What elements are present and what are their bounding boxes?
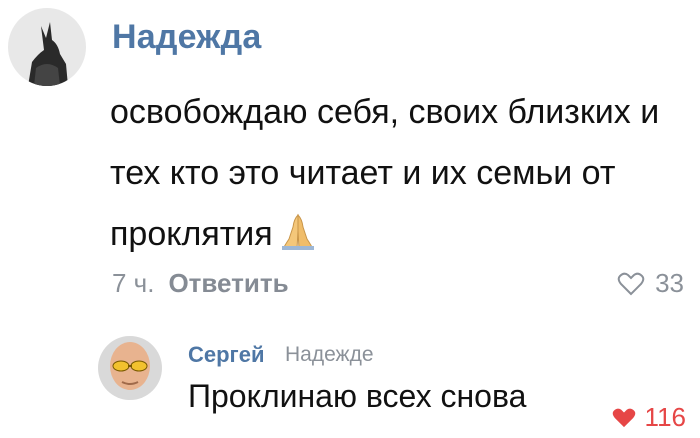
reply-button[interactable]: Ответить xyxy=(168,268,288,299)
heart-outline-icon xyxy=(617,272,645,295)
reply-author[interactable]: Сергей xyxy=(188,342,264,368)
like-count: 33 xyxy=(655,268,684,298)
comment-author[interactable]: Надежда xyxy=(112,18,262,57)
comment-text: освобождаю себя, своих близких и тех кто… xyxy=(110,82,695,271)
like-button[interactable]: 33 xyxy=(617,268,684,299)
anubis-avatar-icon xyxy=(8,8,86,86)
reply-like-count: 116 xyxy=(644,402,686,432)
avatar[interactable] xyxy=(8,8,86,86)
reply-avatar[interactable] xyxy=(98,336,162,400)
comment-time: 7 ч. xyxy=(112,268,155,298)
reply-text: Проклинаю всех снова xyxy=(188,378,527,414)
person-with-sunglasses-icon xyxy=(98,336,162,400)
reply-to-label[interactable]: Надежде xyxy=(285,343,374,367)
comment-meta: 7 ч. Ответить xyxy=(112,268,289,299)
comment-text-content: освобождаю себя, своих близких и тех кто… xyxy=(110,93,660,253)
reply-like-button[interactable]: 116 xyxy=(611,402,686,433)
folded-hands-icon xyxy=(279,210,317,271)
heart-filled-icon xyxy=(612,408,635,427)
